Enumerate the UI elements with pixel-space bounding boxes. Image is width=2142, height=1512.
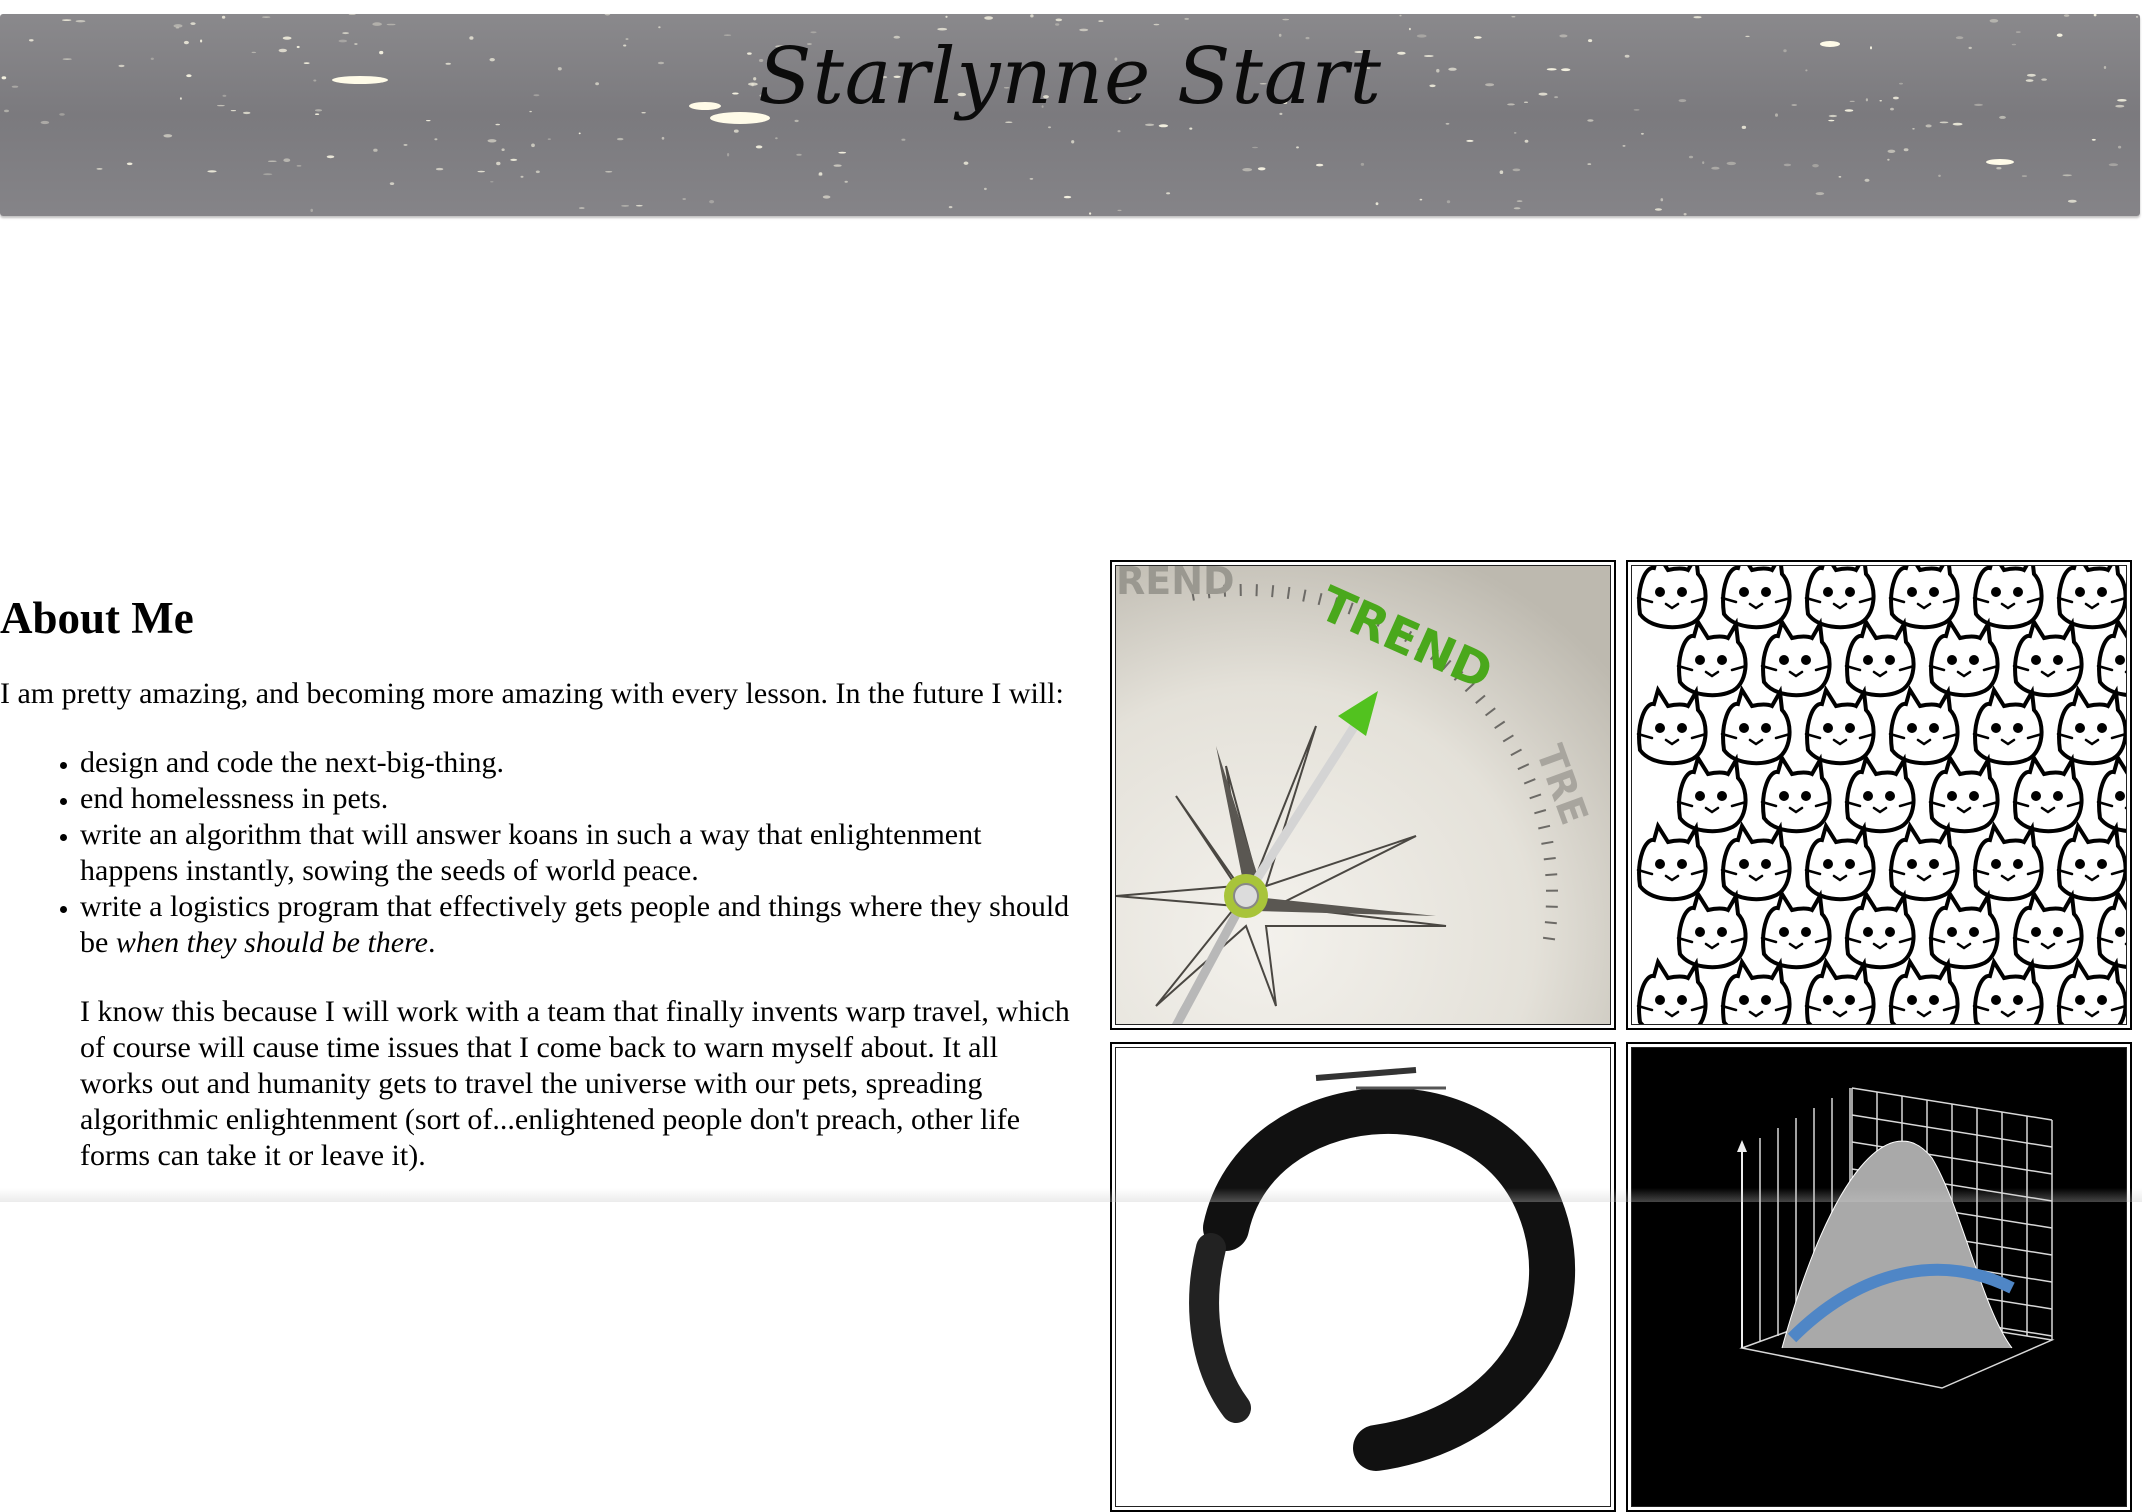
goal-item: write an algorithm that will answer koan… [80,817,1070,889]
goal-item: design and code the next-big-thing. [80,745,1070,781]
header-banner: Starlynne Start [0,14,2140,216]
warp-paragraph: I know this because I will work with a t… [80,994,1070,1174]
enso-circle-image [1115,1047,1611,1507]
about-heading: About Me [0,590,1070,646]
trend-compass-image: TREND REND TRE [1115,565,1611,1025]
window-bottom-edge [0,1188,2142,1202]
goal-item: end homelessness in pets. [80,781,1070,817]
goal-item: write a logistics program that effective… [80,889,1070,961]
3d-surface-plot-image [1631,1047,2127,1507]
goal-emphasis: when they should be there [116,926,428,959]
gallery-tile [1110,1042,1616,1512]
goal-end: . [428,926,436,959]
about-intro: I am pretty amazing, and becoming more a… [0,676,1070,712]
goals-list: design and code the next-big-thing. end … [0,745,1070,961]
gallery-tile: TREND REND TRE [1110,560,1616,1030]
cat-doodles-image [1631,565,2127,1025]
gallery-tile [1626,560,2132,1030]
gallery-tile [1626,1042,2132,1512]
about-section: About Me I am pretty amazing, and becomi… [0,590,1070,1174]
trend-faded-left: REND [1116,566,1235,603]
site-title: Starlynne Start [0,32,2140,122]
